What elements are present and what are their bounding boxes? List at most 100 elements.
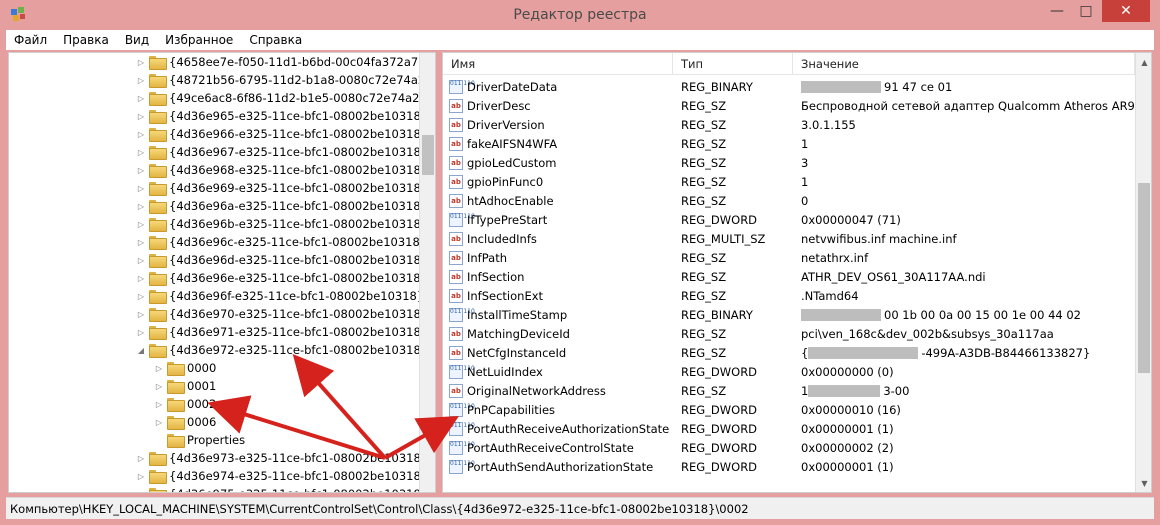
registry-value-row[interactable]: 011 110 NetLuidIndex REG_DWORD 0x00000000 (… — [443, 362, 1135, 381]
tree-item[interactable]: ▷ {4d36e96f-e325-11ce-bfc1-08002be10318} — [135, 287, 424, 305]
registry-value-row[interactable]: ab gpioPinFunc0 REG_SZ 1 — [443, 172, 1135, 191]
expand-arrow-icon[interactable]: ▷ — [135, 490, 147, 493]
minimize-button[interactable]: — — [1044, 0, 1070, 22]
tree-item[interactable]: ▷ {4d36e967-e325-11ce-bfc1-08002be10318} — [135, 143, 428, 161]
expand-arrow-icon[interactable]: ▷ — [135, 58, 147, 67]
tree-item[interactable]: ▷ {4d36e96e-e325-11ce-bfc1-08002be10318} — [135, 269, 428, 287]
menu-edit[interactable]: Правка — [55, 33, 117, 47]
tree-item-label: {4658ee7e-f050-11d1-b6bd-00c04fa372a7} — [169, 55, 426, 69]
expand-arrow-icon[interactable]: ▷ — [135, 94, 147, 103]
values-scroll-thumb[interactable] — [1138, 183, 1150, 373]
menu-favorites[interactable]: Избранное — [157, 33, 241, 47]
registry-value-row[interactable]: ab MatchingDeviceId REG_SZ pci\ven_168c&dev… — [443, 324, 1135, 343]
expand-arrow-icon[interactable]: ▷ — [135, 202, 147, 211]
registry-value-row[interactable]: 011 110 InstallTimeStamp REG_BINARY 00 1b 0… — [443, 305, 1135, 324]
registry-value-row[interactable]: ab gpioLedCustom REG_SZ 3 — [443, 153, 1135, 172]
registry-value-row[interactable]: ab IncludedInfs REG_MULTI_SZ netvwifibus.in… — [443, 229, 1135, 248]
value-type: REG_SZ — [681, 250, 727, 265]
tree-item-label: {4d36e96e-e325-11ce-bfc1-08002be10318} — [169, 271, 428, 285]
expand-arrow-icon[interactable]: ▷ — [135, 292, 147, 301]
expand-arrow-icon[interactable]: ▷ — [135, 310, 147, 319]
expand-arrow-icon[interactable]: ▷ — [135, 184, 147, 193]
registry-value-row[interactable]: ab htAdhocEnable REG_SZ 0 — [443, 191, 1135, 210]
tree-item[interactable]: ▷ {4d36e96c-e325-11ce-bfc1-08002be10318} — [135, 233, 427, 251]
registry-value-row[interactable]: 011 110 PnPCapabilities REG_DWORD 0x0000001… — [443, 400, 1135, 419]
menu-help[interactable]: Справка — [241, 33, 310, 47]
expand-arrow-icon[interactable]: ▷ — [153, 400, 165, 409]
expand-arrow-icon[interactable]: ▷ — [135, 130, 147, 139]
expand-arrow-icon[interactable]: ▷ — [135, 256, 147, 265]
tree-item[interactable]: ▷ {4d36e970-e325-11ce-bfc1-08002be10318} — [135, 305, 428, 323]
tree-item[interactable]: ▷ {4d36e96b-e325-11ce-bfc1-08002be10318} — [135, 215, 428, 233]
tree-item[interactable]: ▷ {4658ee7e-f050-11d1-b6bd-00c04fa372a7} — [135, 53, 426, 71]
tree-item[interactable]: ▷ {4d36e974-e325-11ce-bfc1-08002be10318} — [135, 467, 428, 485]
tree-item[interactable]: ▷ {49ce6ac8-6f86-11d2-b1e5-0080c72e74a2} — [135, 89, 427, 107]
expand-arrow-icon[interactable]: ▷ — [135, 238, 147, 247]
expand-arrow-icon[interactable]: ▷ — [135, 328, 147, 337]
tree-item[interactable]: ◢ {4d36e972-e325-11ce-bfc1-08002be10318} — [135, 341, 428, 359]
tree-item[interactable]: ▷ 0002 — [153, 395, 217, 413]
registry-value-row[interactable]: ab OriginalNetworkAddress REG_SZ 1 3-00 — [443, 381, 1135, 400]
registry-value-row[interactable]: 011 110 PortAuthReceiveAuthorizationState… — [443, 419, 1135, 438]
tree-item[interactable]: ▷ {4d36e973-e325-11ce-bfc1-08002be10318} — [135, 449, 428, 467]
scroll-down-arrow-icon[interactable]: ▼ — [1136, 476, 1151, 492]
registry-value-row[interactable]: 011 110 PortAuthSendAuthorizationState REG… — [443, 457, 1135, 476]
key-tree-pane[interactable]: ▷ {4658ee7e-f050-11d1-b6bd-00c04fa372a7} ▷… — [8, 52, 436, 493]
title-bar[interactable]: Редактор реестра — □ ✕ — [0, 0, 1160, 30]
folder-icon — [149, 308, 167, 322]
tree-scrollbar[interactable] — [419, 53, 435, 492]
value-name-cell: ab InfSectionExt — [443, 288, 673, 303]
registry-value-row[interactable]: 011 110 PortAuthReceiveControlState REG_DW… — [443, 438, 1135, 457]
registry-value-row[interactable]: ab InfSectionExt REG_SZ .NTamd64 — [443, 286, 1135, 305]
expanded-arrow-icon[interactable]: ◢ — [135, 346, 147, 355]
registry-value-row[interactable]: ab InfPath REG_SZ netathrx.inf — [443, 248, 1135, 267]
tree-item[interactable]: ▷ {4d36e96a-e325-11ce-bfc1-08002be10318} — [135, 197, 428, 215]
expand-arrow-icon[interactable]: ▷ — [135, 76, 147, 85]
expand-arrow-icon[interactable]: ▷ — [135, 220, 147, 229]
value-name-cell: 011 110 InstallTimeStamp — [443, 307, 673, 322]
expand-arrow-icon[interactable]: ▷ — [135, 148, 147, 157]
value-data-cell: {-499A-A3DB-B84466133827} — [793, 346, 1135, 360]
expand-arrow-icon[interactable]: ▷ — [153, 364, 165, 373]
expand-arrow-icon[interactable]: ▷ — [135, 166, 147, 175]
tree-item[interactable]: ▷ 0006 — [153, 413, 216, 431]
values-pane[interactable]: Имя Тип Значение 011 110 DriverDateData RE… — [442, 52, 1152, 493]
tree-item[interactable]: ▷ {4d36e968-e325-11ce-bfc1-08002be10318} — [135, 161, 428, 179]
close-button[interactable]: ✕ — [1102, 0, 1150, 22]
maximize-button[interactable]: □ — [1073, 0, 1099, 22]
tree-item[interactable]: Properties — [153, 431, 245, 449]
tree-item-label: 0000 — [187, 361, 217, 375]
column-name[interactable]: Имя — [443, 53, 673, 75]
tree-item[interactable]: ▷ {4d36e969-e325-11ce-bfc1-08002be10318} — [135, 179, 428, 197]
menu-view[interactable]: Вид — [117, 33, 157, 47]
expand-arrow-icon[interactable]: ▷ — [135, 472, 147, 481]
tree-item[interactable]: ▷ {4d36e965-e325-11ce-bfc1-08002be10318} — [135, 107, 428, 125]
expand-arrow-icon[interactable]: ▷ — [135, 454, 147, 463]
tree-item[interactable]: ▷ {4d36e971-e325-11ce-bfc1-08002be10318} — [135, 323, 428, 341]
tree-item[interactable]: ▷ {4d36e966-e325-11ce-bfc1-08002be10318} — [135, 125, 428, 143]
registry-value-row[interactable]: ab InfSection REG_SZ ATHR_DEV_OS61_30A117AA… — [443, 267, 1135, 286]
tree-item[interactable]: ▷ 0001 — [153, 377, 216, 395]
value-name: IncludedInfs — [467, 231, 537, 246]
registry-value-row[interactable]: ab DriverDesc REG_SZ Беспроводной сетевой а… — [443, 96, 1135, 115]
registry-value-row[interactable]: ab fakeAIFSN4WFA REG_SZ 1 — [443, 134, 1135, 153]
tree-item[interactable]: ▷ {48721b56-6795-11d2-b1a8-0080c72e74a2} — [135, 71, 433, 89]
value-name-cell: ab MatchingDeviceId — [443, 326, 673, 341]
registry-value-row[interactable]: ab DriverVersion REG_SZ 3.0.1.155 — [443, 115, 1135, 134]
registry-value-row[interactable]: ab NetCfgInstanceId REG_SZ {-499A-A3DB-B844… — [443, 343, 1135, 362]
expand-arrow-icon[interactable]: ▷ — [135, 274, 147, 283]
tree-item[interactable]: ▷ 0000 — [153, 359, 216, 377]
tree-item[interactable]: ▷ {4d36e975-e325-11ce-bfc1-08002be10318} — [135, 485, 428, 493]
expand-arrow-icon[interactable]: ▷ — [153, 418, 165, 427]
scroll-up-arrow-icon[interactable]: ▲ — [1136, 55, 1151, 71]
tree-scroll-thumb[interactable] — [422, 135, 434, 175]
expand-arrow-icon[interactable]: ▷ — [135, 112, 147, 121]
registry-value-row[interactable]: 011 110 DriverDateData REG_BINARY 91 47 ce … — [443, 77, 1135, 96]
values-scrollbar[interactable]: ▲ ▼ — [1135, 53, 1151, 492]
tree-item[interactable]: ▷ {4d36e96d-e325-11ce-bfc1-08002be10318} — [135, 251, 428, 269]
menu-file[interactable]: Файл — [6, 33, 55, 47]
column-value[interactable]: Значение — [793, 53, 1135, 75]
expand-arrow-icon[interactable]: ▷ — [153, 382, 165, 391]
column-type[interactable]: Тип — [673, 53, 793, 75]
registry-value-row[interactable]: 011 110 IfTypePreStart REG_DWORD 0x00000047… — [443, 210, 1135, 229]
